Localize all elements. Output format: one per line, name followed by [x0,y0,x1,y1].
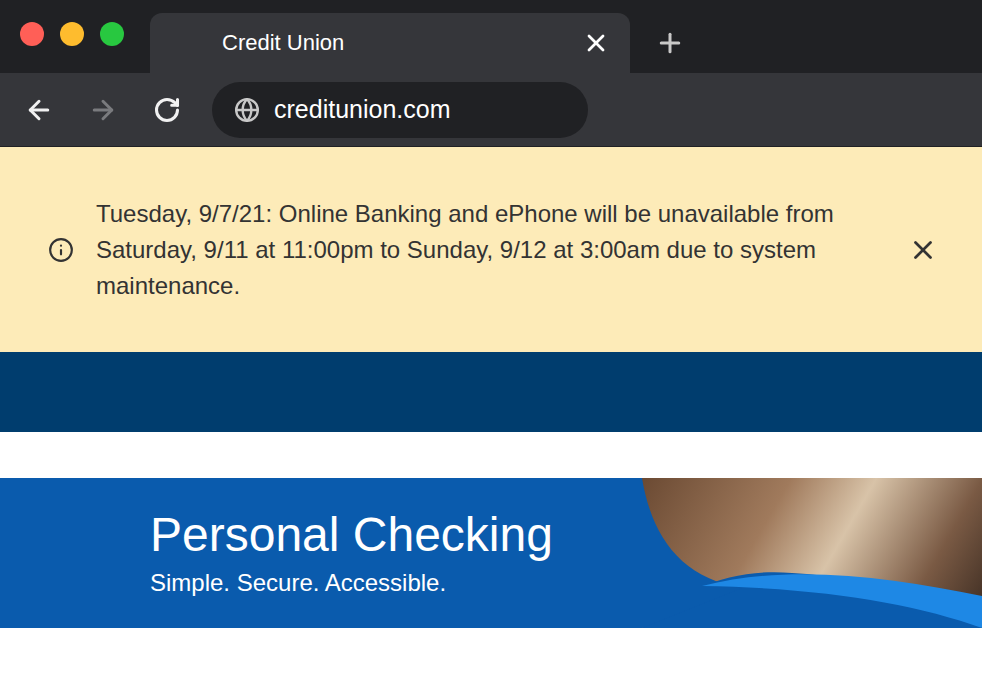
info-icon [48,237,74,263]
plus-icon [655,28,685,58]
hero-title: Personal Checking [150,509,642,562]
arrow-right-icon [88,95,118,125]
alert-info [48,237,74,263]
address-bar[interactable]: creditunion.com [212,82,588,138]
alert-banner: Tuesday, 9/7/21: Online Banking and ePho… [0,147,982,352]
title-bar: Credit Union [0,0,982,73]
toolbar: creditunion.com [0,73,982,147]
close-window-button[interactable] [20,22,44,46]
hero-subtitle: Simple. Secure. Accessible. [150,569,642,597]
spacer [0,432,982,478]
hero-photo [642,478,982,628]
maximize-window-button[interactable] [100,22,124,46]
window-controls [0,22,150,73]
browser-window: Credit Union creditunion.com Tuesday, 9/7/… [0,0,982,700]
reload-button[interactable] [150,93,184,127]
address-text: creditunion.com [274,95,450,124]
minimize-window-button[interactable] [60,22,84,46]
back-button[interactable] [22,93,56,127]
hero-text: Personal Checking Simple. Secure. Accessi… [0,478,642,628]
new-tab-button[interactable] [630,13,710,73]
forward-button [86,93,120,127]
reload-icon [153,96,181,124]
alert-close-button[interactable] [908,235,938,265]
globe-icon [234,97,260,123]
swoosh-icon [642,478,982,628]
alert-text: Tuesday, 9/7/21: Online Banking and ePho… [96,196,886,304]
browser-tab[interactable]: Credit Union [150,13,630,73]
arrow-left-icon [24,95,54,125]
site-info[interactable] [234,97,260,123]
site-nav-band [0,352,982,432]
hero-banner[interactable]: Personal Checking Simple. Secure. Accessi… [0,478,982,628]
tab-close-button[interactable] [582,29,610,57]
close-icon [582,29,610,57]
tab-title: Credit Union [222,30,570,56]
close-icon [908,235,938,265]
